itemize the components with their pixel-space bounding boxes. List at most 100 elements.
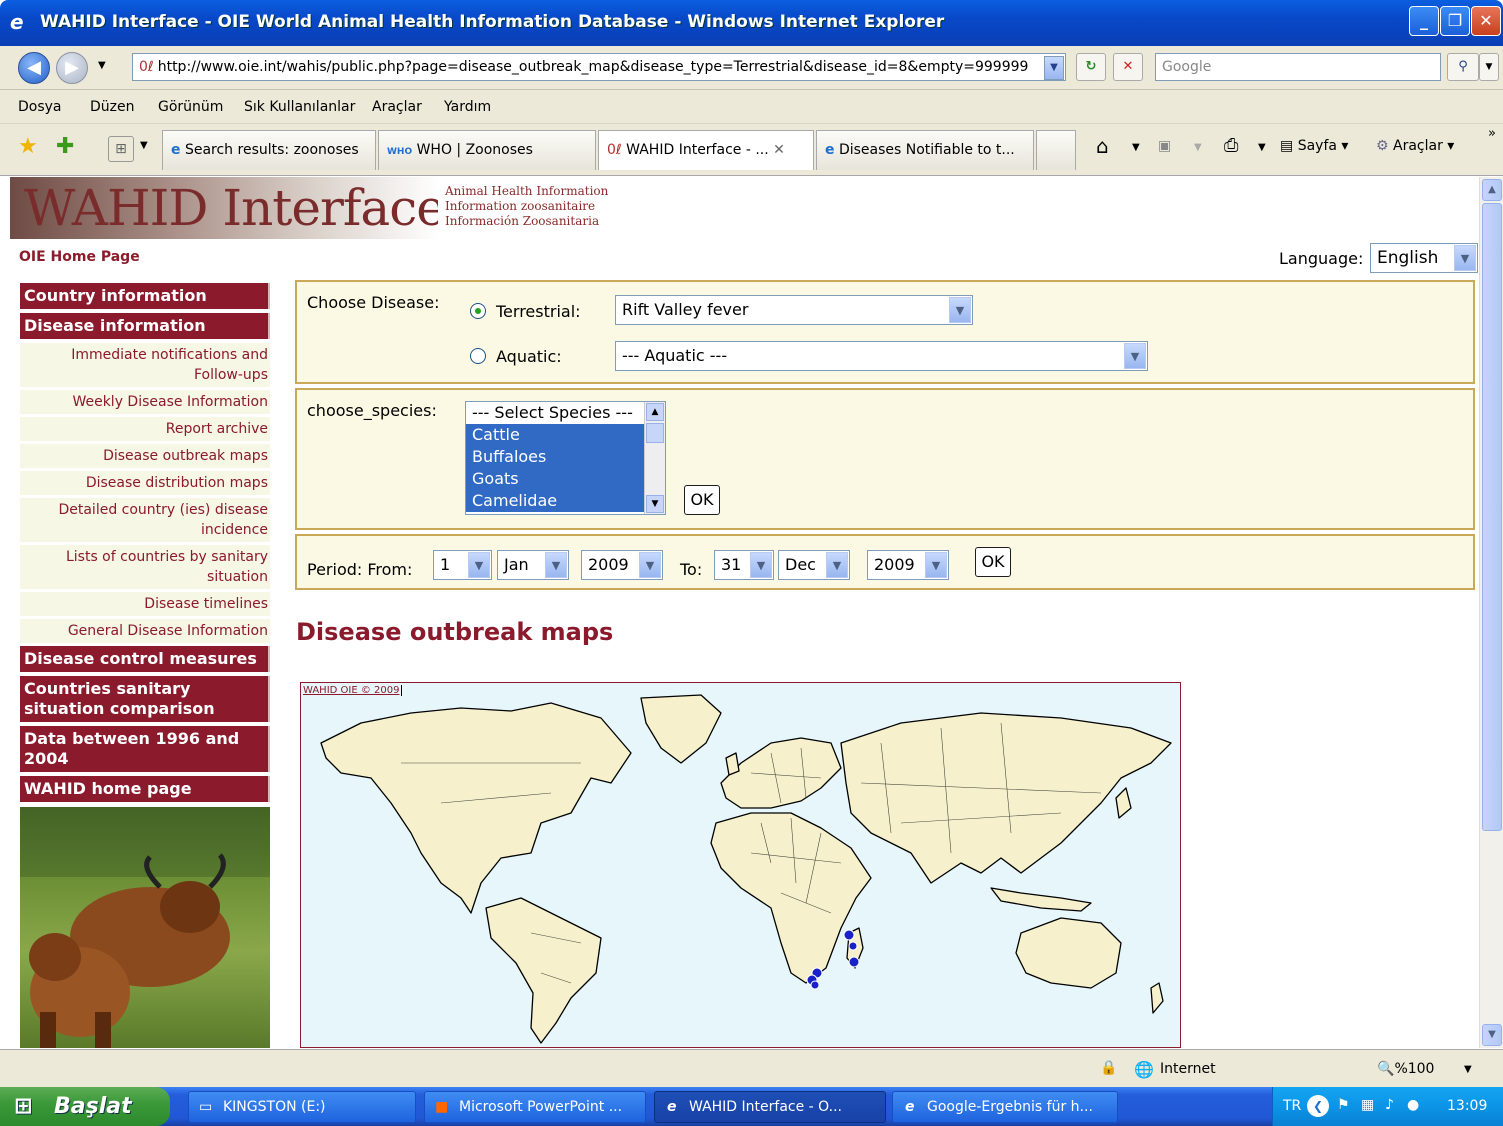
tab-who-zoonoses[interactable]: WHO WHO | Zoonoses — [378, 130, 596, 170]
search-icon[interactable]: ⚲ — [1447, 53, 1479, 81]
menu-view[interactable]: Görünüm — [158, 99, 223, 115]
nav-weekly-disease-information[interactable]: Weekly Disease Information — [20, 390, 270, 414]
tools-menu[interactable]: ⚙ Araçlar ▾ — [1376, 138, 1454, 154]
menu-edit[interactable]: Düzen — [90, 99, 135, 115]
nav-lists-of-countries[interactable]: Lists of countries by sanitary situation — [20, 545, 270, 589]
minimize-button[interactable]: _ — [1409, 6, 1439, 36]
taskbar-item-wahid[interactable]: e WAHID Interface - O... — [654, 1091, 886, 1123]
nav-country-information[interactable]: Country information — [20, 283, 270, 309]
zoom-level[interactable]: 🔍%100 — [1377, 1061, 1434, 1077]
home-icon[interactable]: ⌂ — [1096, 134, 1109, 158]
listbox-thumb[interactable] — [646, 423, 664, 443]
tab-wahid-interface[interactable]: 0ℓ WAHID Interface - ... ✕ — [598, 130, 814, 170]
close-button[interactable]: ✕ — [1471, 6, 1501, 36]
nav-wahid-home-page[interactable]: WAHID home page — [20, 776, 270, 802]
scroll-down-arrow-icon[interactable]: ▼ — [1482, 1024, 1502, 1046]
search-options-button[interactable]: ▼ — [1479, 53, 1499, 81]
nav-data-1996-2004[interactable]: Data between 1996 and 2004 — [20, 726, 270, 772]
outbreak-marker[interactable] — [848, 956, 860, 968]
add-favorite-icon[interactable]: ✚ — [56, 134, 74, 159]
network-icon[interactable]: ⚑ — [1337, 1097, 1350, 1113]
from-day-select[interactable]: 1 ▼ — [433, 550, 492, 580]
page-scrollbar[interactable]: ▲ ▼ — [1479, 177, 1503, 1048]
chevron-up-icon[interactable]: ▲ — [646, 403, 664, 421]
menu-help[interactable]: Yardım — [444, 99, 491, 115]
tray-expand-icon[interactable]: ❮ — [1307, 1095, 1329, 1117]
update-icon[interactable]: ● — [1407, 1097, 1419, 1113]
print-dropdown-icon[interactable]: ▼ — [1258, 142, 1266, 153]
from-month-select[interactable]: Jan ▼ — [497, 550, 569, 580]
species-option[interactable]: Buffaloes — [466, 446, 665, 468]
page-menu[interactable]: ▤ Sayfa ▾ — [1280, 138, 1348, 154]
feeds-icon[interactable]: ▣ — [1158, 138, 1171, 154]
aquatic-disease-select[interactable]: --- Aquatic --- ▼ — [615, 341, 1148, 371]
tray-app-icon[interactable]: ▦ — [1361, 1097, 1374, 1113]
nav-detailed-country-incidence[interactable]: Detailed country (ies) disease incidence — [20, 498, 270, 542]
period-ok-button[interactable]: OK — [975, 547, 1011, 577]
language-select[interactable]: English ▼ — [1370, 243, 1478, 273]
nav-disease-timelines[interactable]: Disease timelines — [20, 592, 270, 616]
nav-report-archive[interactable]: Report archive — [20, 417, 270, 441]
to-year-select[interactable]: 2009 ▼ — [867, 550, 949, 580]
input-language[interactable]: TR — [1283, 1098, 1301, 1114]
from-year-select[interactable]: 2009 ▼ — [581, 550, 663, 580]
species-option[interactable]: --- Select Species --- — [466, 402, 665, 424]
oie-home-link[interactable]: OIE Home Page — [19, 249, 140, 265]
chevron-more-icon[interactable]: » — [1488, 126, 1496, 141]
tab-list-dropdown-icon[interactable]: ▼ — [140, 140, 148, 151]
nav-disease-control-measures[interactable]: Disease control measures — [20, 646, 270, 672]
menu-file[interactable]: Dosya — [18, 99, 62, 115]
listbox-scrollbar[interactable]: ▲ ▼ — [644, 402, 665, 514]
url-dropdown-button[interactable]: ▼ — [1044, 56, 1064, 80]
zoom-dropdown-icon[interactable]: ▼ — [1464, 1064, 1472, 1075]
taskbar-item-kingston[interactable]: ▭ KINGSTON (E:) — [188, 1091, 416, 1123]
species-listbox[interactable]: --- Select Species --- Cattle Buffaloes … — [465, 401, 666, 515]
favorites-star-icon[interactable]: ★ — [18, 134, 38, 159]
terrestrial-radio[interactable] — [470, 303, 486, 319]
menu-tools[interactable]: Araçlar — [372, 99, 422, 115]
species-option[interactable]: Goats — [466, 468, 665, 490]
maximize-button[interactable]: ❐ — [1440, 6, 1470, 36]
quick-tabs-icon[interactable]: ⊞ — [108, 136, 134, 162]
taskbar-item-google[interactable]: e Google-Ergebnis für h... — [892, 1091, 1118, 1123]
start-button[interactable]: ⊞ Başlat — [0, 1087, 170, 1126]
menu-favorites[interactable]: Sık Kullanılanlar — [244, 99, 355, 115]
new-tab-button[interactable] — [1036, 130, 1076, 170]
close-tab-icon[interactable]: ✕ — [773, 142, 785, 158]
species-ok-button[interactable]: OK — [684, 485, 720, 515]
terrestrial-disease-select[interactable]: Rift Valley fever ▼ — [615, 295, 973, 325]
nav-disease-outbreak-maps[interactable]: Disease outbreak maps — [20, 444, 270, 468]
to-day-select[interactable]: 31 ▼ — [714, 550, 774, 580]
species-option[interactable]: Cattle — [466, 424, 665, 446]
volume-icon[interactable]: ♪ — [1385, 1097, 1394, 1113]
search-input[interactable]: Google — [1155, 53, 1441, 81]
nav-immediate-notifications[interactable]: Immediate notifications and Follow-ups — [20, 343, 270, 387]
nav-countries-comparison[interactable]: Countries sanitary situation comparison — [20, 676, 270, 722]
outbreak-map[interactable]: WAHID OIE © 2009 — [300, 682, 1181, 1048]
scroll-up-arrow-icon[interactable]: ▲ — [1482, 179, 1502, 201]
scroll-thumb[interactable] — [1482, 203, 1502, 831]
tab-search-results[interactable]: e Search results: zoonoses — [162, 130, 376, 170]
print-icon[interactable]: ⎙ — [1224, 135, 1238, 156]
nav-general-disease-information[interactable]: General Disease Information — [20, 619, 270, 643]
clock[interactable]: 13:09 — [1447, 1098, 1487, 1114]
species-option[interactable]: Camelidae — [466, 490, 665, 512]
stop-icon[interactable]: ✕ — [1113, 53, 1143, 81]
forward-button[interactable]: ▶ — [56, 52, 88, 84]
nav-disease-information[interactable]: Disease information — [20, 313, 270, 339]
history-dropdown-icon[interactable]: ▼ — [98, 60, 106, 71]
tab-diseases-notifiable[interactable]: e Diseases Notifiable to t... — [816, 130, 1034, 170]
to-month-select[interactable]: Dec ▼ — [778, 550, 850, 580]
outbreak-marker[interactable] — [810, 980, 820, 990]
outbreak-marker[interactable] — [848, 941, 858, 951]
home-dropdown-icon[interactable]: ▼ — [1132, 142, 1140, 153]
aquatic-radio[interactable] — [470, 348, 486, 364]
back-button[interactable]: ◀ — [18, 52, 50, 84]
outbreak-marker[interactable] — [843, 929, 855, 941]
refresh-icon[interactable]: ↻ — [1076, 53, 1106, 81]
chevron-down-icon[interactable]: ▼ — [646, 495, 664, 513]
taskbar-item-powerpoint[interactable]: ■ Microsoft PowerPoint ... — [424, 1091, 646, 1123]
feeds-dropdown-icon[interactable]: ▼ — [1194, 142, 1202, 153]
url-input[interactable]: 0ℓ http://www.oie.int/wahis/public.php?pa… — [132, 53, 1066, 81]
nav-disease-distribution-maps[interactable]: Disease distribution maps — [20, 471, 270, 495]
